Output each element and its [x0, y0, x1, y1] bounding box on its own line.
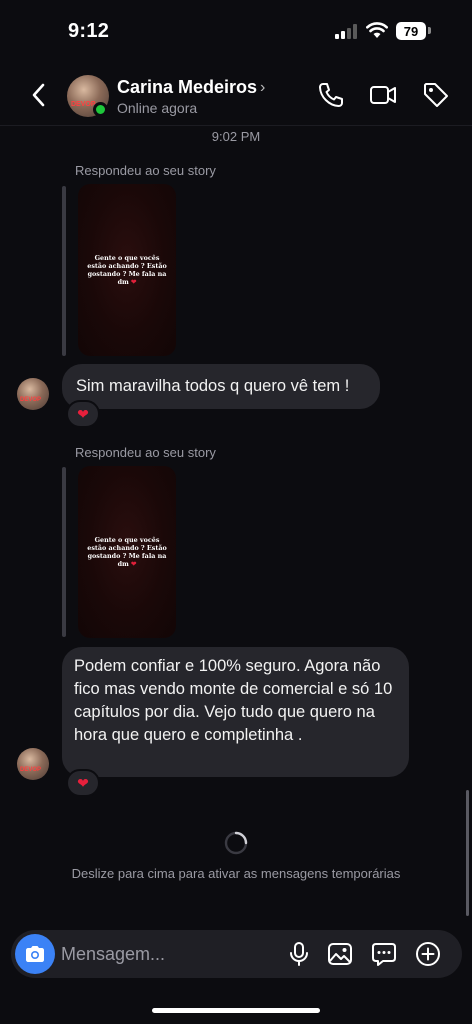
loading-spinner-icon — [224, 831, 248, 855]
message-composer — [11, 930, 462, 978]
message-text: Sim maravilha todos q quero vê tem ! — [76, 377, 350, 395]
phone-icon[interactable] — [316, 80, 346, 110]
heart-reaction[interactable]: ❤ — [66, 769, 100, 797]
sticker-icon[interactable] — [370, 940, 398, 968]
online-indicator — [93, 102, 108, 117]
contact-name[interactable]: Carina Medeiros — [117, 77, 257, 98]
camera-button[interactable] — [15, 934, 55, 974]
reply-bar — [62, 467, 66, 637]
chevron-right-icon[interactable]: › — [260, 79, 265, 97]
microphone-icon[interactable] — [285, 940, 313, 968]
scrollbar[interactable] — [466, 790, 469, 916]
avatar-text: DEVOP — [71, 101, 96, 108]
heart-icon: ❤ — [131, 278, 137, 286]
status-time: 9:12 — [68, 20, 110, 42]
avatar[interactable]: DEVOP — [17, 748, 49, 780]
temporary-messages-hint: Deslize para cima para ativar as mensage… — [71, 866, 401, 881]
avatar[interactable]: DEVOP — [17, 378, 49, 410]
plus-icon[interactable] — [414, 940, 442, 968]
avatar-text: DEVOP — [20, 767, 42, 773]
home-indicator[interactable] — [152, 1008, 320, 1013]
message-input[interactable] — [61, 941, 281, 967]
story-reply-label: Respondeu ao seu story — [75, 163, 216, 178]
message-text: Podem confiar e 100% seguro. Agora não f… — [74, 657, 393, 744]
story-thumbnail[interactable]: Gente o que vocês estão achando ? Estão … — [78, 466, 176, 638]
message-bubble[interactable]: Podem confiar e 100% seguro. Agora não f… — [62, 647, 409, 777]
story-text: Gente o que vocês estão achando ? Estão … — [87, 254, 167, 286]
message-bubble[interactable]: Sim maravilha todos q quero vê tem ! — [62, 364, 380, 409]
heart-icon: ❤ — [77, 774, 89, 791]
message-timestamp: 9:02 PM — [211, 129, 261, 144]
avatar-text: DEVOP — [20, 397, 42, 403]
camera-icon — [26, 946, 44, 962]
heart-reaction[interactable]: ❤ — [66, 400, 100, 428]
heart-icon: ❤ — [77, 405, 89, 422]
image-icon[interactable] — [326, 940, 354, 968]
battery-cap — [428, 27, 431, 34]
wifi-icon — [366, 22, 388, 38]
video-icon[interactable] — [368, 80, 398, 110]
heart-icon: ❤ — [131, 560, 137, 568]
story-thumbnail[interactable]: Gente o que vocês estão achando ? Estão … — [78, 184, 176, 356]
signal-icon — [335, 24, 357, 39]
battery-indicator: 79 — [396, 22, 426, 40]
tag-icon[interactable] — [421, 80, 451, 110]
reply-bar — [62, 186, 66, 356]
story-reply-label: Respondeu ao seu story — [75, 445, 216, 460]
contact-status: Online agora — [117, 100, 198, 116]
status-bar: 9:12 79 — [0, 0, 472, 62]
chat-header: DEVOP Carina Medeiros › Online agora — [0, 62, 472, 126]
story-text: Gente o que vocês estão achando ? Estão … — [87, 536, 167, 568]
chevron-left-icon[interactable] — [26, 80, 52, 110]
